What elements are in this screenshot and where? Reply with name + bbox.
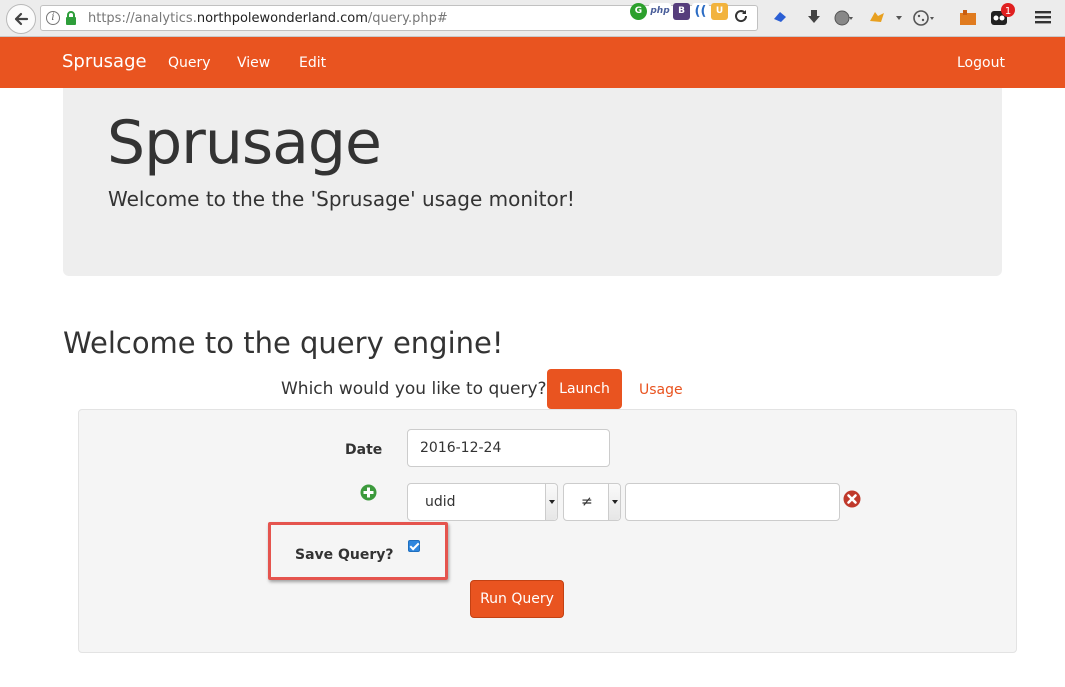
logout-link[interactable]: Logout xyxy=(957,54,1005,72)
tab-launch[interactable]: Launch xyxy=(547,369,622,409)
save-query-checkbox[interactable] xyxy=(408,540,420,552)
brand-link[interactable]: Sprusage xyxy=(62,51,147,73)
jumbotron-subtitle: Welcome to the the 'Sprusage' usage moni… xyxy=(108,187,575,211)
jumbotron-title: Sprusage xyxy=(107,108,382,178)
chevron-down-icon xyxy=(608,484,620,520)
browser-toolbar-icons: 1 xyxy=(768,3,1063,31)
nav-view[interactable]: View xyxy=(237,54,270,72)
menu-icon[interactable] xyxy=(1034,9,1052,25)
info-icon[interactable]: i xyxy=(46,11,60,25)
fox-icon[interactable] xyxy=(868,9,886,25)
navbar: Sprusage Query View Edit Logout xyxy=(0,37,1065,88)
field-select[interactable]: udid xyxy=(407,483,558,521)
globe-icon[interactable] xyxy=(834,9,854,27)
save-query-label: Save Query? xyxy=(295,547,394,563)
browser-toolbar: i https://analytics.northpolewonderland.… xyxy=(0,0,1065,37)
operator-select[interactable]: ≠ xyxy=(563,483,621,521)
value-input[interactable] xyxy=(625,483,840,521)
notification-icon[interactable]: 1 xyxy=(990,3,1016,27)
shield-u-icon[interactable]: U xyxy=(711,3,728,20)
notification-badge: 1 xyxy=(1005,6,1011,17)
cookie-icon[interactable] xyxy=(912,9,936,27)
extension-icons: G php B (( U xyxy=(630,3,728,20)
lock-icon xyxy=(66,11,76,25)
nav-query[interactable]: Query xyxy=(168,54,211,72)
download-icon[interactable] xyxy=(806,9,822,25)
back-button[interactable] xyxy=(6,4,36,34)
date-input[interactable]: 2016-12-24 xyxy=(407,429,610,467)
remove-condition-icon[interactable] xyxy=(843,490,861,508)
url-text: https://analytics.northpolewonderland.co… xyxy=(88,11,448,26)
wave-icon[interactable]: (( xyxy=(692,3,709,20)
back-arrow-icon xyxy=(14,12,29,26)
date-label: Date xyxy=(345,442,383,458)
puzzle-icon[interactable] xyxy=(958,9,978,27)
operator-select-value: ≠ xyxy=(581,494,593,510)
query-heading: Welcome to the query engine! xyxy=(63,326,504,360)
field-select-value: udid xyxy=(425,494,456,510)
tab-usage[interactable]: Usage xyxy=(639,381,683,399)
add-condition-icon[interactable] xyxy=(360,484,377,501)
run-query-button[interactable]: Run Query xyxy=(470,580,564,618)
jumbotron: Sprusage Welcome to the the 'Sprusage' u… xyxy=(63,88,1002,276)
reload-icon[interactable] xyxy=(733,8,749,24)
query-prompt: Which would you like to query? xyxy=(281,379,547,399)
bird-icon[interactable] xyxy=(772,9,788,25)
dropdown-arrow-icon[interactable] xyxy=(894,9,904,25)
grammarly-g-icon[interactable]: G xyxy=(630,3,647,20)
bootstrap-b-icon[interactable]: B xyxy=(673,3,690,20)
php-icon[interactable]: php xyxy=(649,3,671,20)
nav-edit[interactable]: Edit xyxy=(299,54,326,72)
chevron-down-icon xyxy=(545,484,557,520)
